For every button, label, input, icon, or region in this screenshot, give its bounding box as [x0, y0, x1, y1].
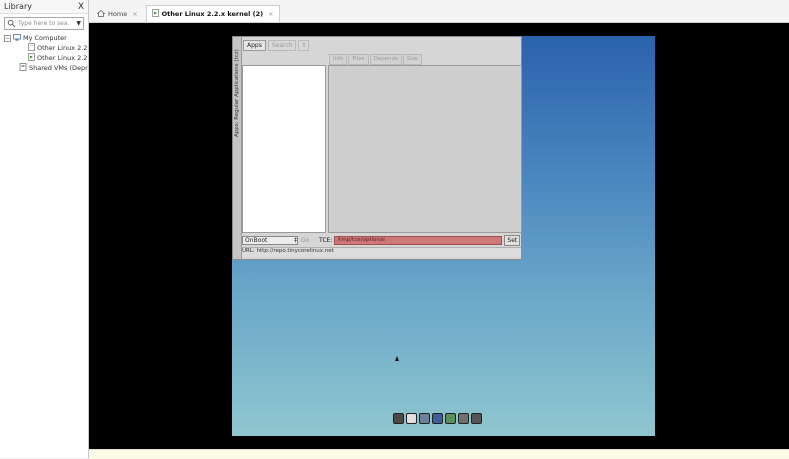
- library-panel: Library X ▼ − My Computer Other Linux 2.…: [0, 0, 89, 458]
- library-title: Library: [4, 2, 32, 11]
- apps-window-title: Apps: Regular Applications (tcz): [234, 49, 240, 137]
- info-pane: [328, 65, 522, 233]
- install-mode-value: OnBoot: [245, 236, 268, 244]
- search-mode-dropdown[interactable]: ‡: [298, 40, 310, 51]
- apps-list[interactable]: [242, 65, 326, 233]
- tree-item-vm-1[interactable]: Other Linux 2.2.x: [0, 43, 88, 53]
- library-header: Library X: [0, 0, 88, 14]
- search-icon: [7, 19, 16, 28]
- dock: [393, 411, 484, 425]
- tab-apps[interactable]: Apps: [243, 40, 266, 51]
- install-mode-select[interactable]: OnBoot ‡: [242, 235, 298, 245]
- tab-depends[interactable]: Depends: [369, 54, 402, 65]
- vm-icon: [151, 9, 159, 19]
- tab-size[interactable]: Size: [402, 54, 423, 65]
- terminal-icon[interactable]: [393, 412, 404, 424]
- tab-files[interactable]: Files: [348, 54, 369, 65]
- tree-item-label: Shared VMs (Deprec: [29, 64, 88, 72]
- tree-item-label: Other Linux 2.2.x: [37, 54, 88, 62]
- home-icon: [96, 9, 106, 19]
- tree-item-my-computer[interactable]: − My Computer: [0, 33, 88, 43]
- mouse-cursor-icon: [395, 356, 399, 361]
- library-search[interactable]: ▼: [4, 17, 84, 30]
- computer-icon: [13, 33, 21, 43]
- vm-icon: [28, 53, 35, 63]
- vm-desktop[interactable]: Apps: Regular Applications (tcz) Apps Se…: [232, 36, 655, 436]
- tab-label: Home: [108, 10, 128, 18]
- vm-icon: [28, 43, 35, 53]
- exit-icon[interactable]: [471, 412, 482, 424]
- tree-item-shared-vms[interactable]: Shared VMs (Deprec: [0, 63, 88, 73]
- tce-path-input[interactable]: [334, 235, 503, 245]
- collapse-icon[interactable]: −: [4, 34, 11, 42]
- tree-item-label: My Computer: [23, 34, 67, 42]
- tab-search[interactable]: Search: [267, 40, 297, 51]
- tab-home[interactable]: Home ×: [92, 6, 143, 22]
- library-close-button[interactable]: X: [78, 2, 84, 12]
- editor-icon[interactable]: [406, 412, 417, 424]
- apps-window-titlebar[interactable]: Apps: Regular Applications (tcz): [233, 37, 242, 259]
- shared-vms-icon: [19, 63, 27, 73]
- select-arrow-icon: ‡: [294, 236, 297, 244]
- go-button[interactable]: Go: [301, 237, 311, 244]
- apps-icon[interactable]: [432, 412, 443, 424]
- tab-close-button[interactable]: ×: [132, 10, 137, 18]
- set-button[interactable]: Set: [504, 234, 521, 246]
- apps-window[interactable]: Apps: Regular Applications (tcz) Apps Se…: [232, 36, 522, 260]
- tab-close-button[interactable]: ×: [268, 10, 273, 18]
- tree-item-vm-2[interactable]: Other Linux 2.2.x: [0, 53, 88, 63]
- apps-tab-row: Apps Search ‡: [243, 40, 311, 51]
- mount-icon[interactable]: [458, 412, 469, 424]
- tab-info[interactable]: Info: [329, 54, 348, 65]
- tab-label: Other Linux 2.2.x kernel (2): [161, 10, 264, 18]
- tab-vm[interactable]: Other Linux 2.2.x kernel (2) ×: [145, 5, 280, 22]
- apps-bottom-row: OnBoot ‡ Go TCE: Set: [242, 234, 521, 246]
- settings-icon[interactable]: [445, 412, 456, 424]
- url-status: URL: http://repo.tinycorelinux.net: [242, 247, 521, 257]
- control-panel-icon[interactable]: [419, 412, 430, 424]
- search-dropdown-icon[interactable]: ▼: [76, 20, 81, 27]
- info-tab-row: Info Files Depends Size: [329, 54, 423, 65]
- tce-label: TCE:: [319, 236, 333, 244]
- tree-item-label: Other Linux 2.2.x: [37, 44, 88, 52]
- vm-tree: − My Computer Other Linux 2.2.x Other Li…: [0, 33, 88, 73]
- tab-bar: Home × Other Linux 2.2.x kernel (2) ×: [89, 0, 789, 23]
- vm-console[interactable]: Apps: Regular Applications (tcz) Apps Se…: [89, 23, 789, 449]
- library-search-input[interactable]: [18, 20, 70, 27]
